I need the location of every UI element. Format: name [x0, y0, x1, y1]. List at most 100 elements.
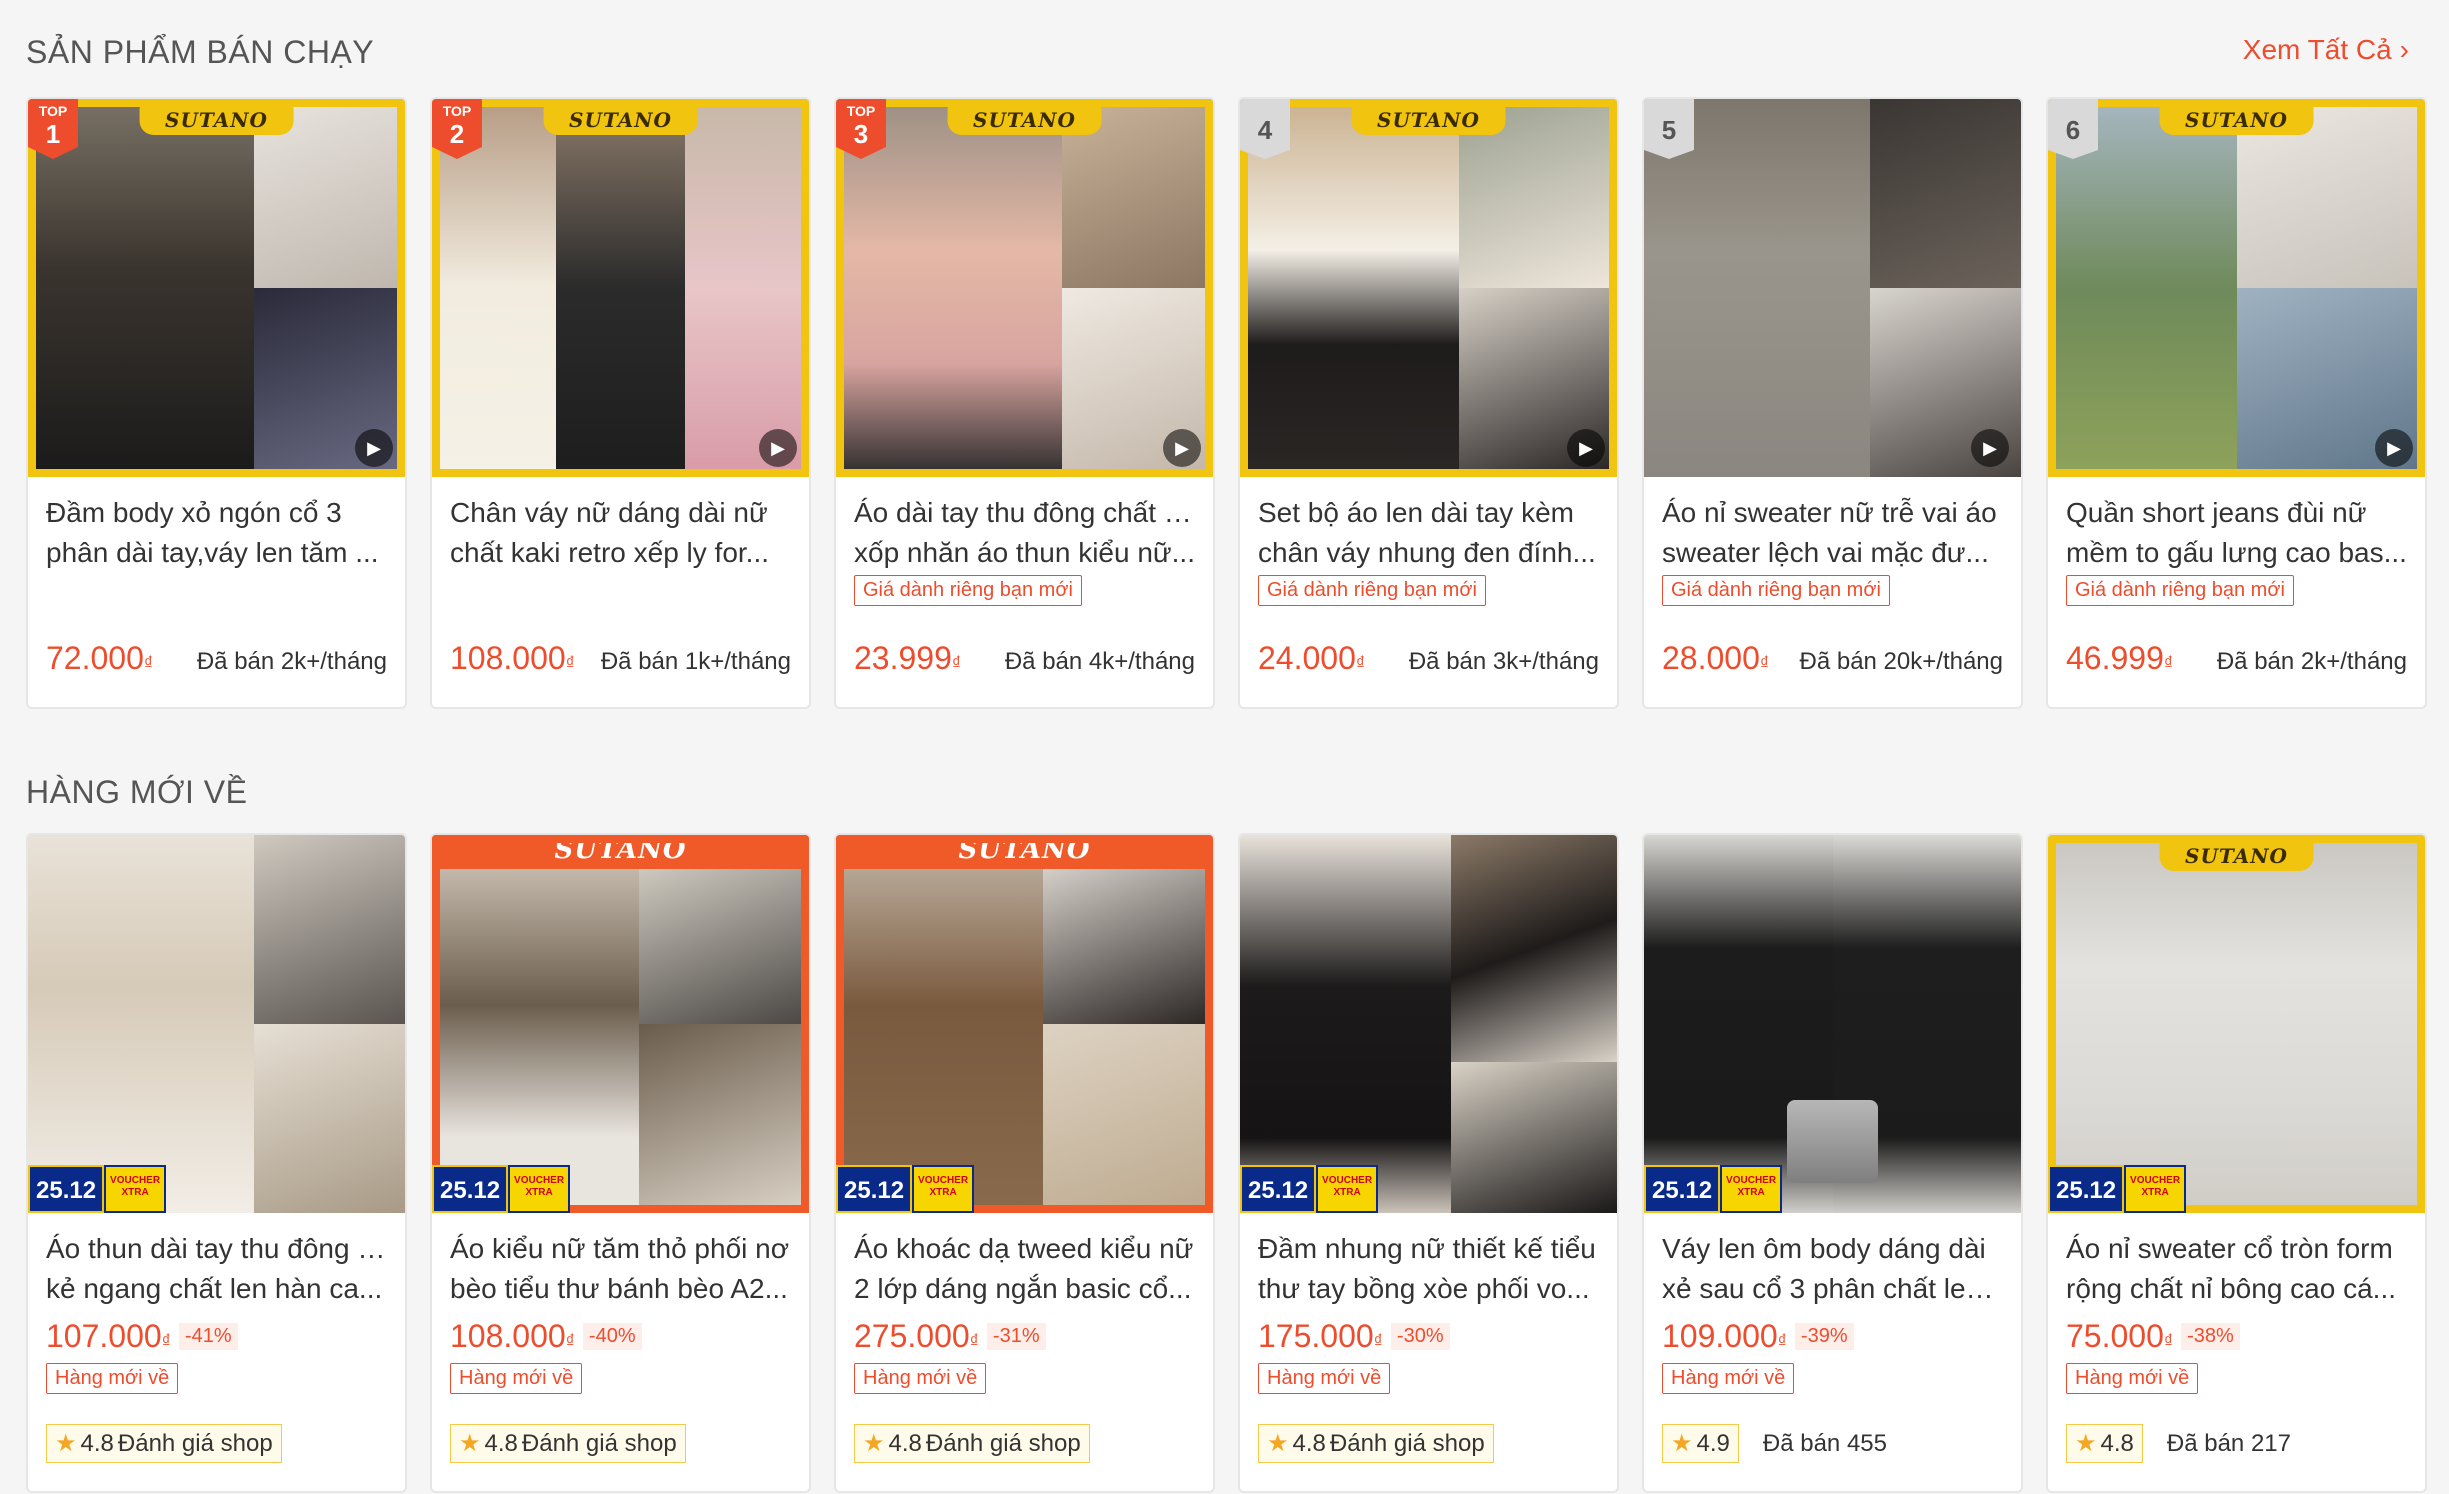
sold-count: Đã bán 2k+/tháng — [2216, 648, 2407, 675]
new-arrival-tag: Hàng mới về — [46, 1363, 179, 1394]
new-user-price-tag: Giá dành riêng bạn mới — [1258, 575, 1486, 606]
star-icon: ★ — [863, 1430, 885, 1457]
product-price: 75.000₫ — [2066, 1317, 2174, 1354]
product-card[interactable]: 25.12 VOUCHER XTRA Đầm nhung nữ thiết kế … — [1238, 833, 1619, 1493]
product-name[interactable]: Áo nỉ sweater cổ tròn form rộng chất nỉ … — [2048, 1213, 2425, 1311]
product-name[interactable]: Đầm nhung nữ thiết kế tiểu thư tay bồng … — [1240, 1213, 1617, 1311]
product-image[interactable]: 5 ▶ — [1644, 99, 2021, 477]
sold-count: Đã bán 455 — [1762, 1429, 1887, 1457]
star-icon: ★ — [55, 1430, 77, 1457]
product-price: 24.000₫ — [1258, 640, 1366, 676]
brand-label: SUTANO — [947, 105, 1102, 135]
product-card[interactable]: SUTANO 25.12 VOUCHER XTRA Áo khoác dạ twe… — [834, 833, 1215, 1493]
shop-rating-badge: ★ 4.9 — [1662, 1424, 1739, 1463]
product-price: 108.000₫ — [450, 1317, 575, 1354]
see-all-label: Xem Tất Cả — [2242, 34, 2392, 65]
new-arrival-tag: Hàng mới về — [1258, 1363, 1391, 1394]
product-card[interactable]: SUTANO TOP 3 ▶ Áo dài tay thu đông chất v… — [834, 97, 1215, 709]
product-price: 28.000₫ — [1662, 640, 1770, 676]
product-price: 46.999₫ — [2066, 640, 2174, 676]
product-card[interactable]: SUTANO TOP 2 ▶ Chân váy nữ dáng dài nữ ch… — [430, 97, 811, 709]
product-price: 109.000₫ — [1662, 1317, 1787, 1354]
play-icon[interactable]: ▶ — [355, 429, 393, 467]
new-arrival-tag: Hàng mới về — [450, 1363, 583, 1394]
promo-badge: 25.12 VOUCHER XTRA — [1240, 1165, 1379, 1213]
product-price: 175.000₫ — [1258, 1317, 1383, 1354]
product-name[interactable]: Set bộ áo len dài tay kèm chân váy nhung… — [1240, 477, 1617, 575]
product-name[interactable]: Áo dài tay thu đông chất vải xốp nhăn áo… — [836, 477, 1213, 575]
product-price: 108.000₫ — [450, 640, 575, 676]
brand-label: SUTANO — [2159, 841, 2314, 871]
product-image[interactable]: SUTANO 25.12 VOUCHER XTRA — [2048, 835, 2425, 1213]
play-icon[interactable]: ▶ — [1567, 429, 1605, 467]
product-card[interactable]: SUTANO 25.12 VOUCHER XTRA Áo kiểu nữ tăm … — [430, 833, 811, 1493]
new-arrivals-title: HÀNG MỚI VỀ — [26, 774, 248, 810]
chevron-right-icon: › — [2399, 34, 2409, 65]
new-arrival-tag: Hàng mới về — [854, 1363, 987, 1394]
new-arrivals-grid: 25.12 VOUCHER XTRA Áo thun dài tay thu đô… — [26, 833, 2427, 1493]
discount-badge: -31% — [986, 1322, 1046, 1350]
product-image[interactable]: SUTANO TOP 1 ▶ — [28, 99, 405, 477]
discount-badge: -39% — [1794, 1322, 1854, 1350]
shop-rating-badge: ★ 4.8 — [2066, 1424, 2143, 1463]
rank-badge: 5 — [1644, 99, 1694, 159]
product-name[interactable]: Áo nỉ sweater nữ trễ vai áo sweater lệch… — [1644, 477, 2021, 575]
discount-badge: -38% — [2181, 1322, 2240, 1350]
product-card[interactable]: SUTANO 25.12 VOUCHER XTRA Áo nỉ sweater c… — [2046, 833, 2427, 1493]
new-arrival-tag: Hàng mới về — [1662, 1363, 1795, 1394]
product-image[interactable]: SUTANO TOP 2 ▶ — [432, 99, 809, 477]
product-card[interactable]: SUTANO TOP 1 ▶ Đầm body xỏ ngón cổ 3 phân… — [26, 97, 407, 709]
product-image[interactable]: SUTANO 6 ▶ — [2048, 99, 2425, 477]
new-user-price-tag: Giá dành riêng bạn mới — [2066, 575, 2294, 606]
product-name[interactable]: Váy len ôm body dáng dài xẻ sau cổ 3 phâ… — [1644, 1213, 2021, 1311]
product-image[interactable]: 25.12 VOUCHER XTRA — [1644, 835, 2021, 1213]
see-all-link[interactable]: Xem Tất Cả › — [2243, 34, 2409, 66]
play-icon[interactable]: ▶ — [1971, 429, 2009, 467]
product-name[interactable]: Đầm body xỏ ngón cổ 3 phân dài tay,váy l… — [28, 477, 405, 575]
rank-badge: TOP 3 — [836, 99, 886, 159]
play-icon[interactable]: ▶ — [759, 429, 797, 467]
product-image[interactable]: SUTANO 25.12 VOUCHER XTRA — [432, 835, 809, 1213]
brand-label: SUTANO — [1351, 105, 1506, 135]
new-arrivals-section: HÀNG MỚI VỀ 25.12 VOUCHER XTRA Áo thun dà… — [0, 730, 2449, 1494]
star-icon: ★ — [1671, 1430, 1693, 1457]
star-icon: ★ — [1267, 1430, 1289, 1457]
product-price: 275.000₫ — [854, 1317, 979, 1354]
brand-label: SUTANO — [139, 105, 294, 135]
star-icon: ★ — [2075, 1430, 2097, 1457]
product-image[interactable]: SUTANO 4 ▶ — [1240, 99, 1617, 477]
shop-rating-badge: ★ 4.8 Đánh giá shop — [854, 1424, 1090, 1463]
best-sellers-grid: SUTANO TOP 1 ▶ Đầm body xỏ ngón cổ 3 phân… — [26, 97, 2427, 709]
product-card[interactable]: 5 ▶ Áo nỉ sweater nữ trễ vai áo sweater … — [1642, 97, 2023, 709]
play-icon[interactable]: ▶ — [2375, 429, 2413, 467]
product-image[interactable]: 25.12 VOUCHER XTRA — [1240, 835, 1617, 1213]
product-image[interactable]: SUTANO TOP 3 ▶ — [836, 99, 1213, 477]
product-card[interactable]: 25.12 VOUCHER XTRA Áo thun dài tay thu đô… — [26, 833, 407, 1493]
shop-rating-badge: ★ 4.8 Đánh giá shop — [46, 1424, 282, 1463]
sold-count: Đã bán 20k+/tháng — [1799, 648, 2004, 675]
product-image[interactable]: SUTANO 25.12 VOUCHER XTRA — [836, 835, 1213, 1213]
sold-count: Đã bán 217 — [2166, 1429, 2291, 1457]
star-icon: ★ — [459, 1430, 481, 1457]
best-sellers-title: SẢN PHẨM BÁN CHẠY — [26, 34, 375, 70]
promo-badge: 25.12 VOUCHER XTRA — [28, 1165, 167, 1213]
product-card[interactable]: SUTANO 6 ▶ Quần short jeans đùi nữ mềm t… — [2046, 97, 2427, 709]
brand-label: SUTANO — [958, 835, 1091, 865]
product-card[interactable]: SUTANO 4 ▶ Set bộ áo len dài tay kèm châ… — [1238, 97, 1619, 709]
sold-count: Đã bán 4k+/tháng — [1004, 648, 1195, 675]
rank-badge: 6 — [2048, 99, 2098, 159]
sold-count: Đã bán 1k+/tháng — [600, 648, 791, 675]
product-name[interactable]: Chân váy nữ dáng dài nữ chất kaki retro … — [432, 477, 809, 575]
product-price: 72.000₫ — [46, 640, 154, 676]
best-sellers-section: SẢN PHẨM BÁN CHẠY Xem Tất Cả › SUTANO TOP… — [0, 0, 2449, 730]
product-name[interactable]: Áo kiểu nữ tăm thỏ phối nơ bèo tiểu thư … — [432, 1213, 809, 1311]
product-name[interactable]: Áo thun dài tay thu đông nữ kẻ ngang chấ… — [28, 1213, 405, 1311]
product-image[interactable]: 25.12 VOUCHER XTRA — [28, 835, 405, 1213]
product-card[interactable]: 25.12 VOUCHER XTRA Váy len ôm body dáng d… — [1642, 833, 2023, 1493]
play-icon[interactable]: ▶ — [1163, 429, 1201, 467]
product-name[interactable]: Áo khoác dạ tweed kiểu nữ 2 lớp dáng ngắ… — [836, 1213, 1213, 1311]
new-arrival-tag: Hàng mới về — [2066, 1363, 2199, 1394]
product-price: 107.000₫ — [46, 1317, 171, 1354]
product-name[interactable]: Quần short jeans đùi nữ mềm to gấu lưng … — [2048, 477, 2425, 575]
brand-label: SUTANO — [2159, 105, 2314, 135]
